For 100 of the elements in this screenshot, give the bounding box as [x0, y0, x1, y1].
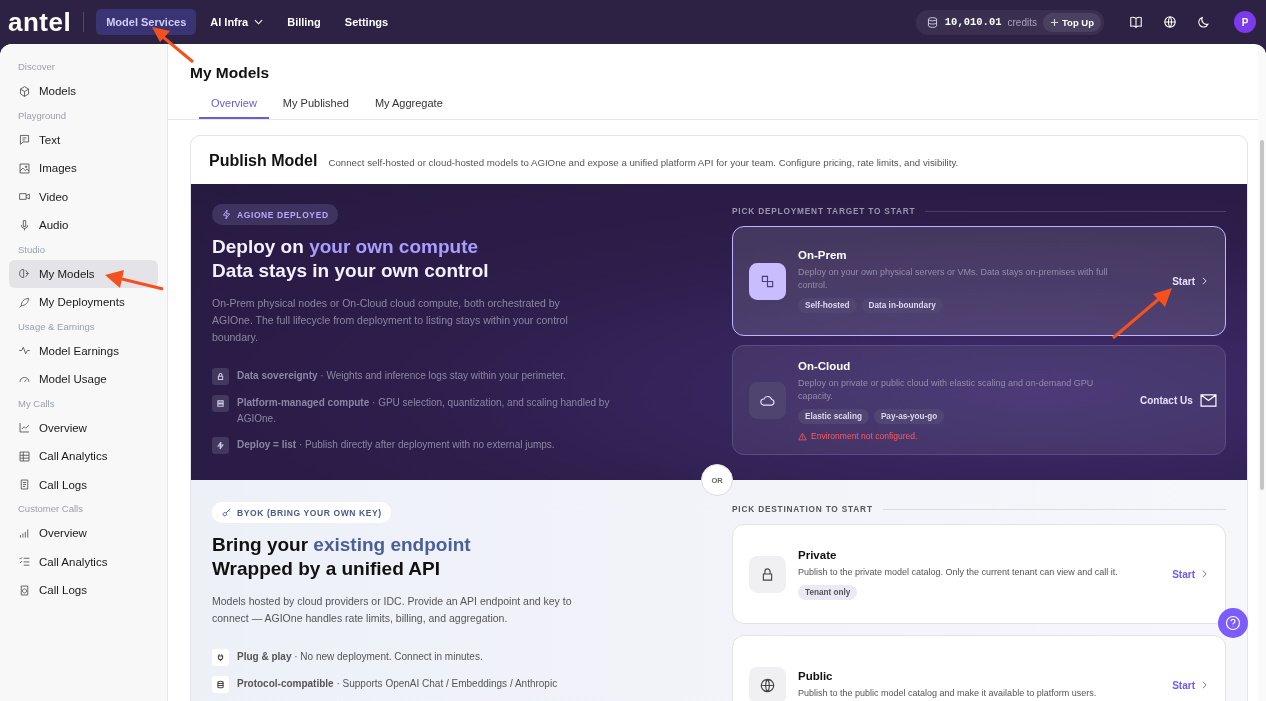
- option-title: Private: [798, 548, 838, 561]
- nav-tab[interactable]: AI Infra: [200, 9, 274, 35]
- sidebar-item[interactable]: Images: [9, 154, 158, 183]
- nav-tab[interactable]: Billing: [277, 9, 331, 35]
- option-card[interactable]: On-Cloud Deploy on private or public cloud with elastic scaling and on-demand GPU capacity. Elastic scaling Pay-as-you-go Environment not configured. Contact Us: [732, 345, 1226, 455]
- annotation-arrow: [105, 270, 164, 291]
- sidebar-item[interactable]: Text: [9, 125, 158, 154]
- contact-link[interactable]: Contact Us: [1140, 394, 1217, 407]
- section-description: On-Prem physical nodes or On-Cloud cloud compute, both orchestrated by AGIOne. The full lifecycle from deployment to listing stays within your control boundary.: [212, 296, 569, 345]
- user-avatar[interactable]: P: [1234, 11, 1256, 33]
- scrollbar[interactable]: [1258, 44, 1266, 701]
- globe-icon[interactable]: [1163, 15, 1177, 29]
- option-description: Deploy on private or public cloud with elastic scaling and on-demand GPU capacity.: [798, 377, 1095, 403]
- option-card[interactable]: On-Prem Deploy on your own physical servers or VMs. Data stays on-premises with full control. Self-hosted Data in-boundary Start: [732, 226, 1226, 336]
- sidebar-item[interactable]: Video: [9, 182, 158, 211]
- tab[interactable]: Overview: [199, 91, 269, 119]
- chevron-right-icon: [1202, 681, 1207, 689]
- feature-icon: [212, 368, 229, 385]
- sidebar-item[interactable]: Models: [9, 77, 158, 106]
- sidebar-item-icon: [18, 421, 31, 435]
- sidebar-item[interactable]: Call Logs: [9, 470, 158, 499]
- top-up-button[interactable]: Top Up: [1043, 12, 1101, 32]
- sidebar-item[interactable]: Overview: [9, 519, 158, 548]
- sidebar-item-icon: [18, 583, 31, 597]
- start-link[interactable]: Start: [1172, 679, 1207, 691]
- moon-icon[interactable]: [1197, 15, 1211, 29]
- chevron-right-icon: [1202, 277, 1207, 285]
- sidebar-item-icon: [18, 133, 31, 147]
- sidebar-section-title: Usage & Earnings: [17, 319, 96, 334]
- credits-label: credits: [1007, 16, 1037, 28]
- book-icon[interactable]: [1129, 15, 1143, 29]
- tag: Data in-boundary: [861, 298, 943, 313]
- section-badge: AGIONE DEPLOYED: [212, 204, 338, 225]
- section-description: Models hosted by cloud providers or IDC. Provide an API endpoint and key to connect — AGIOne handles rate limits, billing, and aggregation.: [212, 594, 573, 626]
- sidebar-item-icon: [18, 555, 31, 569]
- question-icon: [1225, 615, 1241, 631]
- sidebar-item-icon: [18, 161, 31, 175]
- warning-text: Environment not configured.: [811, 431, 918, 441]
- feature-icon: [212, 437, 229, 454]
- tab[interactable]: My Published: [270, 91, 361, 119]
- start-link[interactable]: Start: [1172, 568, 1207, 580]
- annotation-arrow: [1112, 288, 1172, 340]
- option-icon: [749, 666, 786, 701]
- option-description: Publish to the public model catalog and make it available to platform users.: [798, 687, 1098, 700]
- card-subtitle: Connect self-hosted or cloud-hosted models to AGIOne and expose a unified platform API for your team. Configure pricing, rate limits, and visibility.: [328, 157, 959, 168]
- sidebar-item[interactable]: Overview: [9, 413, 158, 442]
- card-title: Publish Model: [209, 152, 318, 170]
- sidebar-item[interactable]: My Models: [9, 259, 158, 288]
- sidebar-item[interactable]: Call Analytics: [9, 442, 158, 471]
- sidebar-item-icon: [18, 84, 31, 98]
- sidebar-item[interactable]: My Deployments: [9, 288, 158, 317]
- sidebar-section-title: Discover: [17, 60, 56, 74]
- tag: Pay-as-you-go: [873, 409, 945, 424]
- sidebar-section-title: My Calls: [17, 396, 56, 411]
- badge-icon: [221, 507, 232, 518]
- section-heading: Deploy on your own compute: [212, 235, 480, 259]
- option-icon: [749, 382, 786, 419]
- coins-icon: [925, 15, 939, 29]
- feature-text: Data sovereignty · Weights and inference logs stay within your perimeter.: [237, 369, 567, 383]
- feature-icon: [212, 649, 229, 666]
- section-badge: BYOK (BRING YOUR OWN KEY): [212, 502, 391, 523]
- sidebar-item-icon: [18, 218, 31, 232]
- tag: Elastic scaling: [798, 409, 869, 424]
- option-title: Public: [798, 670, 834, 682]
- option-description: Publish to the private model catalog. Only the current tenant can view and call it.: [798, 565, 1119, 579]
- option-card[interactable]: Private Publish to the private model catalog. Only the current tenant can view and call it. Tenant only Start: [732, 524, 1226, 624]
- sidebar-item[interactable]: Model Earnings: [9, 336, 158, 365]
- nav-tab[interactable]: Model Services: [96, 9, 197, 35]
- plus-icon: [1050, 17, 1059, 27]
- page-title: My Models: [190, 64, 271, 82]
- start-link[interactable]: Start: [1172, 275, 1207, 287]
- sidebar-section-title: Studio: [17, 242, 46, 257]
- sidebar-item-icon: [18, 526, 31, 540]
- option-title: On-Prem: [798, 249, 848, 261]
- sidebar-item[interactable]: Audio: [9, 211, 158, 240]
- option-description: Deploy on your own physical servers or VMs. Data stays on-premises with full control.: [798, 266, 1109, 292]
- sidebar-item-icon: [18, 478, 31, 492]
- feature-icon: [212, 395, 229, 412]
- tag: Tenant only: [798, 584, 858, 600]
- feature-icon: [212, 676, 229, 693]
- logo[interactable]: antel: [8, 9, 72, 35]
- annotation-arrow: [152, 27, 194, 64]
- sidebar-section-title: Customer Calls: [17, 502, 84, 516]
- tag: Self-hosted: [798, 298, 857, 313]
- tab[interactable]: My Aggregate: [362, 91, 455, 119]
- section-heading: Wrapped by a unified API: [212, 557, 442, 581]
- option-title: On-Cloud: [798, 360, 852, 372]
- sidebar-item-icon: [18, 449, 31, 463]
- chevron-right-icon: [1202, 570, 1207, 578]
- sidebar-item[interactable]: Model Usage: [9, 365, 158, 394]
- sidebar-item-icon: [18, 267, 31, 281]
- option-card[interactable]: Public Publish to the public model catalog and make it available to platform users. Start: [732, 635, 1226, 701]
- sidebar-item-icon: [18, 295, 31, 309]
- sidebar-item[interactable]: Call Analytics: [9, 547, 158, 576]
- nav-tab[interactable]: Settings: [334, 9, 399, 35]
- badge-icon: [221, 209, 232, 220]
- feature-text: Platform-managed compute · GPU selection, quantization, and scaling handled by AGIOne.: [237, 396, 611, 426]
- sidebar-item[interactable]: Call Logs: [9, 576, 158, 605]
- section-heading: Bring your existing endpoint: [212, 533, 472, 557]
- warning-icon: [798, 431, 807, 441]
